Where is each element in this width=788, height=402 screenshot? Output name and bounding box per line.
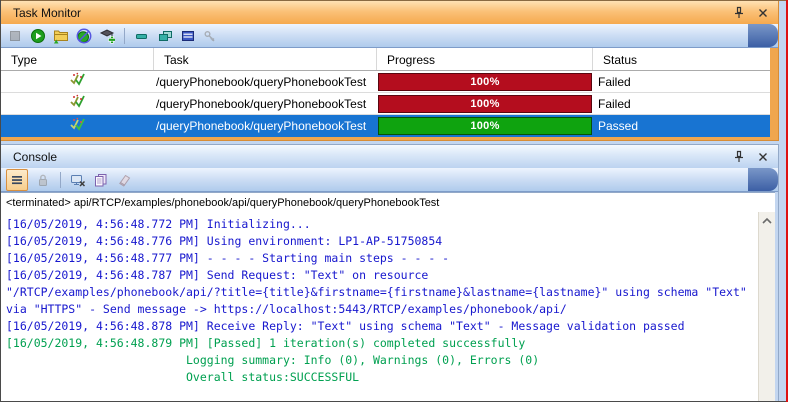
type-cell [1,117,154,136]
console-line: Logging summary: Info (0), Warnings (0),… [6,353,540,367]
task-path: /queryPhonebook/queryPhonebookTest [156,119,367,133]
column-header-type[interactable]: Type [1,48,154,70]
console-toolbar [1,168,778,192]
test-checkmark-icon [69,94,86,113]
progress-label: 100% [470,120,500,132]
add-task-icon[interactable] [99,28,115,44]
task-monitor-panel: Task Monitor Type Task Progress Status /… [1,1,778,140]
close-icon[interactable] [756,6,769,19]
column-header-status[interactable]: Status [593,48,769,70]
task-path: /queryPhonebook/queryPhonebookTest [156,74,367,89]
toolbar-separator [124,27,125,44]
test-checkmark-icon [69,72,86,91]
progress-label: 100% [470,97,500,110]
console-line: via "HTTPS" - Send message -> https://lo… [6,302,567,316]
task-row-selected[interactable]: /queryPhonebook/queryPhonebookTest 100% … [1,115,770,137]
toolbar-end-cap [748,168,778,191]
console-line: [16/05/2019, 4:56:48.878 PM] Receive Rep… [6,319,685,333]
console-line: [16/05/2019, 4:56:48.776 PM] Using envir… [6,234,443,248]
status-label: Failed [598,74,631,89]
key-icon[interactable] [203,28,219,44]
open-folder-icon[interactable] [53,28,69,44]
console-titlebar: Console [1,145,778,168]
column-header-task[interactable]: Task [154,48,377,70]
app-window: Task Monitor Type Task Progress Status /… [0,0,788,402]
scroll-up-icon[interactable] [759,212,775,228]
console-log: [16/05/2019, 4:56:48.772 PM] Initializin… [1,212,775,386]
pin-icon[interactable] [732,150,745,163]
console-line: [16/05/2019, 4:56:48.777 PM] - - - - Sta… [6,251,450,265]
progress-bar: 100% [378,72,592,91]
toolbar-end-cap [748,24,778,47]
task-row[interactable]: /queryPhonebook/queryPhonebookTest 100% … [1,93,770,115]
table-header-row: Type Task Progress Status [1,48,770,71]
console-line: "/RTCP/examples/phonebook/api/?title={ti… [6,285,747,299]
task-table: Type Task Progress Status /queryPhoneboo… [1,48,770,137]
task-path: /queryPhonebook/queryPhonebookTest [156,96,367,111]
column-header-progress[interactable]: Progress [377,48,593,70]
task-monitor-titlebar: Task Monitor [1,1,778,24]
screen-border-top [0,0,788,1]
type-cell [1,72,154,91]
progress-bar: 100% [378,94,592,113]
clear-console-icon[interactable] [116,172,132,188]
pin-icon[interactable] [732,6,745,19]
console-line: [16/05/2019, 4:56:48.787 PM] Send Reques… [6,268,429,282]
scroll-lock-icon[interactable] [35,172,51,188]
run-icon[interactable] [30,28,46,44]
type-cell [1,94,154,113]
task-monitor-toolbar [1,24,778,48]
progress-cell: 100% [377,94,593,113]
progress-label: 100% [470,75,500,88]
close-icon[interactable] [756,150,769,163]
console-title: Console [13,149,58,164]
test-checkmark-icon [69,117,86,136]
window-buttons [732,1,769,24]
task-monitor-title: Task Monitor [13,5,82,20]
progress-bar: 100% [378,117,592,135]
window-buttons [732,145,769,168]
status-label: Failed [598,96,631,111]
cascade-windows-icon[interactable] [157,28,173,44]
copy-console-icon[interactable] [93,172,109,188]
screen-border-left [0,0,1,402]
remove-launch-icon[interactable] [70,172,86,188]
disable-logging-icon[interactable] [76,28,92,44]
console-scrollbar[interactable] [758,212,775,402]
minimize-icon[interactable] [134,28,150,44]
console-output: <terminated> api/RTCP/examples/phonebook… [1,192,775,402]
console-line: [16/05/2019, 4:56:48.772 PM] Initializin… [6,217,311,231]
console-header-line: <terminated> api/RTCP/examples/phonebook… [6,197,440,209]
progress-cell: 100% [377,72,593,91]
toolbar-separator [60,171,61,188]
console-panel: Console <terminated> api/RTCP/examples/p… [1,145,778,402]
progress-cell: 100% [377,117,593,135]
status-label: Passed [598,119,639,133]
task-row[interactable]: /queryPhonebook/queryPhonebookTest 100% … [1,71,770,93]
maximize-window-icon[interactable] [180,28,196,44]
show-console-menu-icon[interactable] [6,168,28,191]
console-line: Overall status:SUCCESSFUL [6,370,360,384]
stop-icon[interactable] [7,28,23,44]
console-line: [16/05/2019, 4:56:48.879 PM] [Passed] 1 … [6,336,526,350]
